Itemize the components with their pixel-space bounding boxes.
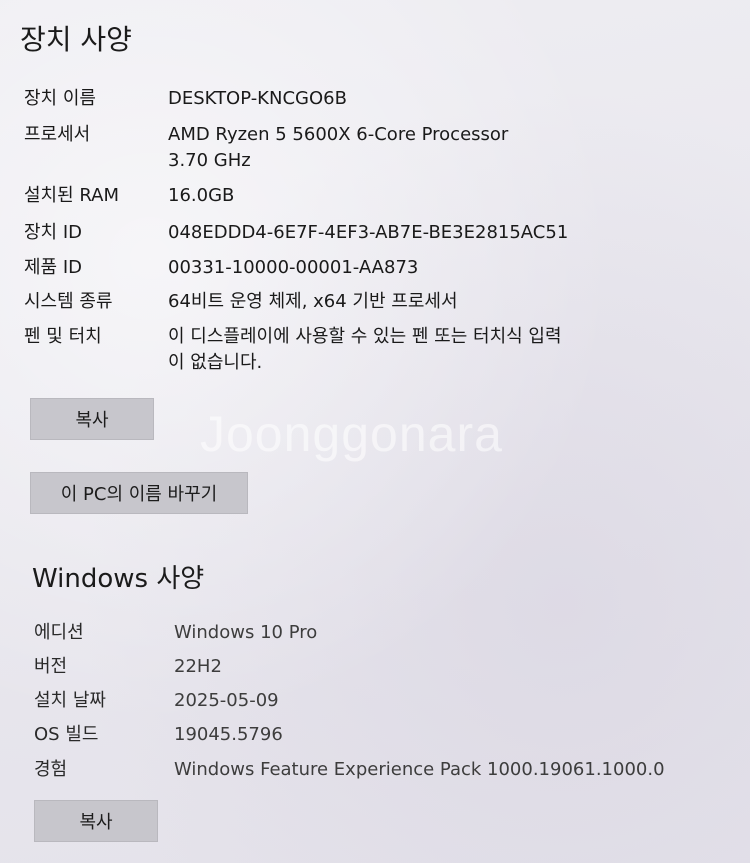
spec-label: 펜 및 터치 — [24, 326, 102, 347]
spec-value-continued: 이 없습니다. — [168, 352, 263, 373]
copy-device-specs-button[interactable]: 복사 — [30, 398, 154, 440]
spec-value: AMD Ryzen 5 5600X 6-Core Processor — [168, 124, 509, 145]
spec-label: 에디션 — [34, 622, 84, 643]
watermark-text: Joonggonara — [200, 406, 503, 462]
spec-label: 장치 ID — [24, 222, 83, 243]
spec-value: 이 디스플레이에 사용할 수 있는 펜 또는 터치식 입력 — [168, 326, 562, 347]
spec-value: Windows 10 Pro — [174, 622, 318, 643]
spec-value: Windows Feature Experience Pack 1000.190… — [174, 759, 665, 780]
spec-label: OS 빌드 — [34, 724, 99, 745]
spec-value: 22H2 — [174, 656, 222, 677]
spec-label: 버전 — [34, 656, 68, 677]
spec-label: 설치된 RAM — [24, 185, 120, 206]
spec-label: 제품 ID — [24, 257, 83, 278]
device-specs-title: 장치 사양 — [20, 23, 132, 56]
spec-label: 프로세서 — [24, 124, 91, 145]
spec-value: 2025-05-09 — [174, 690, 279, 711]
spec-value: DESKTOP-KNCGO6B — [168, 88, 347, 109]
windows-specs-title: Windows 사양 — [32, 564, 205, 594]
spec-value: 64비트 운영 체제, x64 기반 프로세서 — [168, 291, 458, 312]
spec-label: 설치 날짜 — [34, 690, 106, 711]
spec-value-continued: 3.70 GHz — [168, 150, 251, 171]
spec-value: 048EDDD4-6E7F-4EF3-AB7E-BE3E2815AC51 — [168, 222, 569, 243]
spec-value: 16.0GB — [168, 185, 235, 206]
rename-pc-button[interactable]: 이 PC의 이름 바꾸기 — [30, 472, 248, 514]
spec-value: 19045.5796 — [174, 724, 283, 745]
spec-value: 00331-10000-00001-AA873 — [168, 257, 419, 278]
spec-label: 시스템 종류 — [24, 291, 113, 312]
copy-windows-specs-button[interactable]: 복사 — [34, 800, 158, 842]
spec-label: 장치 이름 — [24, 88, 96, 109]
spec-label: 경험 — [34, 759, 68, 780]
